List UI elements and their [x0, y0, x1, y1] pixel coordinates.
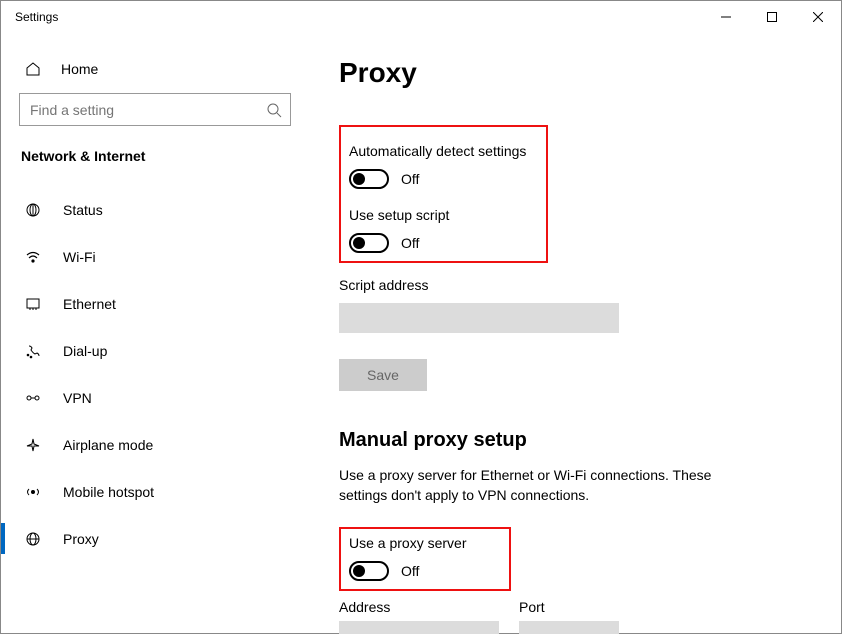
- use-proxy-toggle[interactable]: [349, 561, 389, 581]
- auto-detect-toggle[interactable]: [349, 169, 389, 189]
- maximize-button[interactable]: [749, 1, 795, 33]
- use-proxy-label: Use a proxy server: [349, 535, 501, 551]
- minimize-icon: [721, 12, 731, 22]
- sidebar-item-label: Dial-up: [63, 343, 107, 359]
- sidebar-item-label: Status: [63, 202, 103, 218]
- sidebar-item-label: Mobile hotspot: [63, 484, 154, 500]
- wifi-icon: [25, 249, 41, 265]
- port-label: Port: [519, 599, 619, 615]
- sidebar-item-label: Airplane mode: [63, 437, 153, 453]
- nav-list: Status Wi-Fi Ethernet Dial-up: [1, 186, 309, 562]
- sidebar-item-dialup[interactable]: Dial-up: [1, 327, 309, 374]
- search-field[interactable]: [30, 102, 266, 118]
- ethernet-icon: [25, 296, 41, 312]
- proxy-icon: [25, 531, 41, 547]
- page-title: Proxy: [339, 57, 817, 89]
- vpn-icon: [25, 390, 41, 406]
- sidebar: Home Network & Internet Status Wi-Fi: [1, 33, 309, 634]
- setup-script-toggle[interactable]: [349, 233, 389, 253]
- titlebar: Settings: [1, 1, 841, 33]
- sidebar-item-status[interactable]: Status: [1, 186, 309, 233]
- maximize-icon: [767, 12, 777, 22]
- sidebar-item-wifi[interactable]: Wi-Fi: [1, 233, 309, 280]
- main-content: Proxy Automatically detect settings Off …: [309, 33, 841, 634]
- sidebar-item-label: Proxy: [63, 531, 99, 547]
- script-address-input[interactable]: [339, 303, 619, 333]
- close-icon: [813, 12, 823, 22]
- port-input[interactable]: [519, 621, 619, 634]
- sidebar-item-label: Ethernet: [63, 296, 116, 312]
- address-input[interactable]: [339, 621, 499, 634]
- manual-heading: Manual proxy setup: [339, 429, 817, 452]
- home-label: Home: [61, 61, 98, 77]
- use-proxy-state: Off: [401, 563, 419, 579]
- airplane-icon: [25, 437, 41, 453]
- close-button[interactable]: [795, 1, 841, 33]
- script-address-label: Script address: [339, 277, 817, 293]
- dialup-icon: [25, 343, 41, 359]
- minimize-button[interactable]: [703, 1, 749, 33]
- sidebar-item-ethernet[interactable]: Ethernet: [1, 280, 309, 327]
- status-icon: [25, 202, 41, 218]
- auto-detect-label: Automatically detect settings: [349, 143, 538, 159]
- home-link[interactable]: Home: [1, 57, 309, 93]
- save-button[interactable]: Save: [339, 359, 427, 391]
- sidebar-item-vpn[interactable]: VPN: [1, 374, 309, 421]
- section-heading: Network & Internet: [1, 148, 309, 176]
- window-title: Settings: [15, 10, 58, 24]
- sidebar-item-proxy[interactable]: Proxy: [1, 515, 309, 562]
- auto-detect-state: Off: [401, 171, 419, 187]
- setup-script-state: Off: [401, 235, 419, 251]
- address-label: Address: [339, 599, 499, 615]
- sidebar-item-label: Wi-Fi: [63, 249, 96, 265]
- setup-script-label: Use setup script: [349, 207, 538, 223]
- hotspot-icon: [25, 484, 41, 500]
- manual-proxy-highlight: Use a proxy server Off: [339, 527, 511, 591]
- search-input[interactable]: [19, 93, 291, 126]
- sidebar-item-label: VPN: [63, 390, 92, 406]
- sidebar-item-hotspot[interactable]: Mobile hotspot: [1, 468, 309, 515]
- auto-proxy-highlight: Automatically detect settings Off Use se…: [339, 125, 548, 263]
- manual-description: Use a proxy server for Ethernet or Wi-Fi…: [339, 466, 759, 505]
- home-icon: [25, 61, 41, 77]
- search-icon: [266, 102, 282, 118]
- sidebar-item-airplane[interactable]: Airplane mode: [1, 421, 309, 468]
